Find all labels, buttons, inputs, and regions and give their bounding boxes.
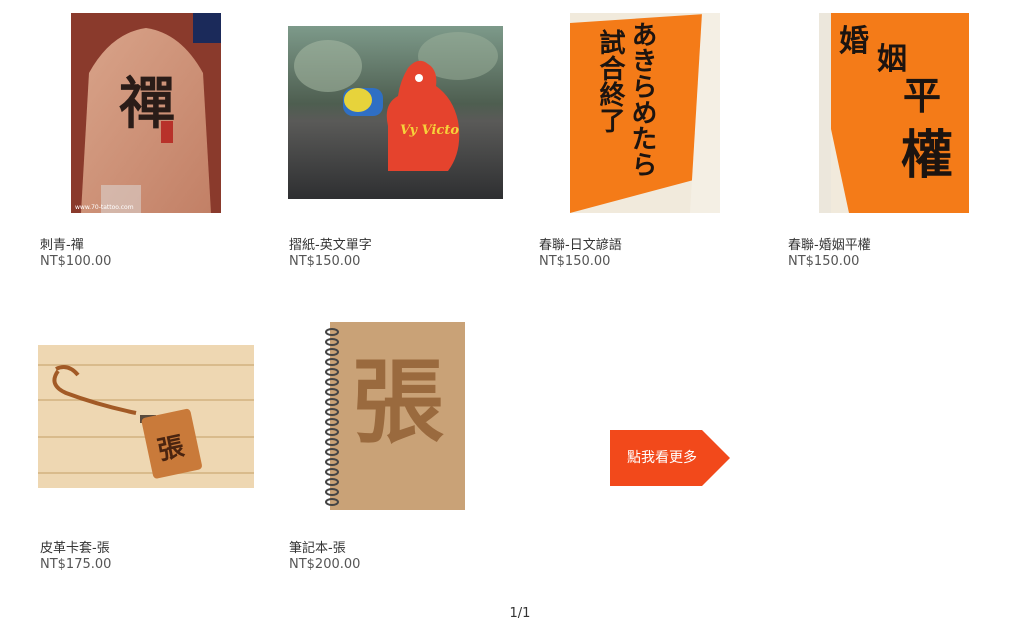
- product-image[interactable]: 婚 姻 平 權: [819, 13, 969, 213]
- product-price: NT$150.00: [788, 254, 860, 269]
- product-name[interactable]: 皮革卡套-張: [40, 537, 110, 556]
- couplet-text: 婚: [839, 24, 869, 59]
- product-name[interactable]: 春聯-婚姻平權: [788, 234, 871, 253]
- couplet-text: 權: [901, 125, 953, 186]
- watermark-text: www.70-tattoo.com: [75, 204, 134, 211]
- product-image[interactable]: 張: [38, 345, 254, 488]
- couplet-text: 平: [903, 73, 941, 118]
- product-image[interactable]: あきらめたら 試合終了: [570, 13, 720, 213]
- product-name[interactable]: 刺青-禪: [40, 234, 84, 253]
- couplet-text: 姻: [877, 42, 907, 77]
- product-image[interactable]: Vy Victo: [288, 26, 503, 199]
- product-price: NT$150.00: [539, 254, 611, 269]
- product-image[interactable]: 張: [320, 322, 466, 512]
- product-name[interactable]: 春聯-日文諺語: [539, 234, 622, 253]
- product-price: NT$175.00: [40, 557, 112, 572]
- origami-text: Vy Victo: [400, 123, 459, 138]
- product-image[interactable]: 禪 www.70-tattoo.com: [71, 13, 221, 213]
- see-more-label: 點我看更多: [627, 450, 697, 466]
- product-price: NT$200.00: [289, 557, 361, 572]
- see-more-button[interactable]: 點我看更多: [610, 430, 730, 486]
- product-name[interactable]: 筆記本-張: [289, 537, 346, 556]
- couplet-text: 試合終了: [595, 28, 625, 133]
- product-price: NT$100.00: [40, 254, 112, 269]
- product-name[interactable]: 摺紙-英文單字: [289, 234, 372, 253]
- pagination-indicator: 1/1: [509, 606, 531, 621]
- couplet-text: あきらめたら: [627, 21, 657, 177]
- product-price: NT$150.00: [289, 254, 361, 269]
- notebook-character: 張: [352, 348, 444, 456]
